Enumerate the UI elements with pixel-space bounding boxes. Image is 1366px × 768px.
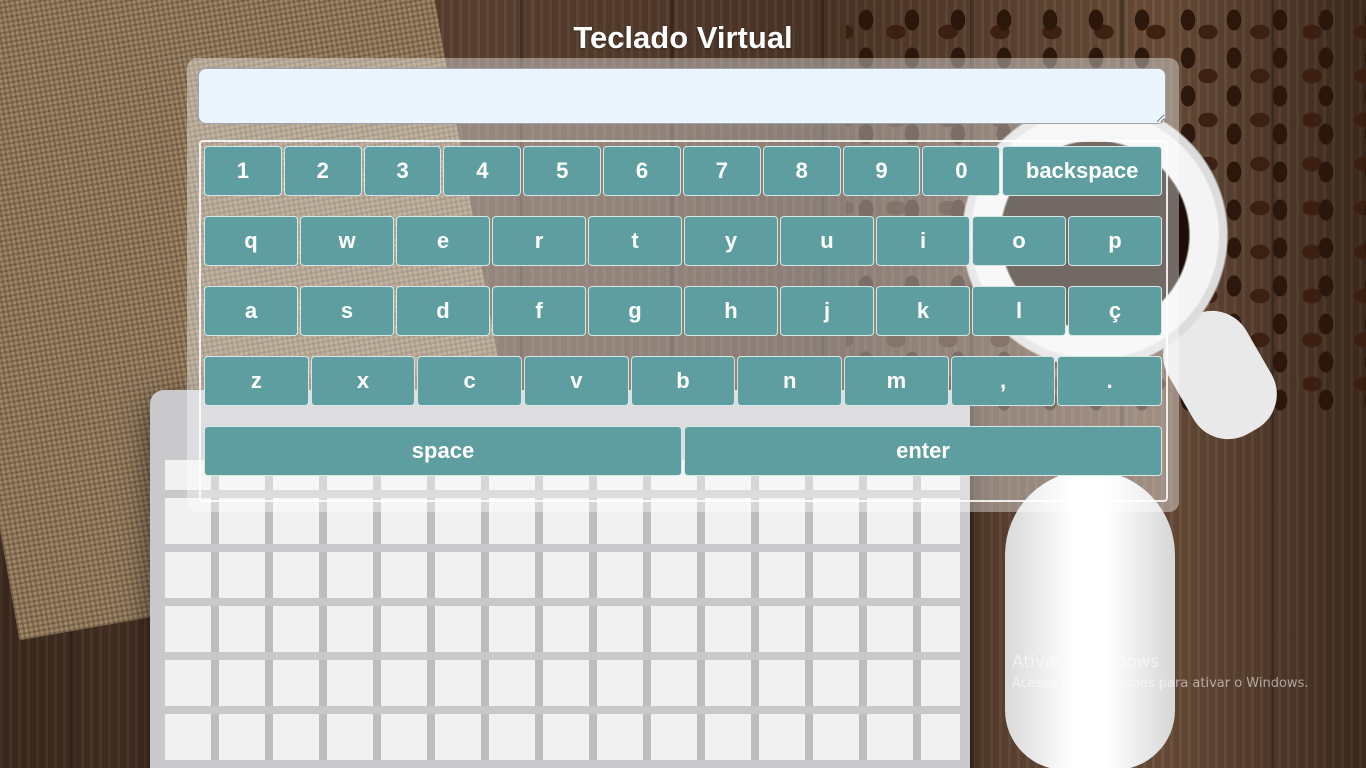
key-a[interactable]: a (204, 286, 298, 336)
key-row-zxcv: z x c v b n m , . (204, 356, 1163, 406)
key-j[interactable]: j (780, 286, 874, 336)
key-backspace[interactable]: backspace (1002, 146, 1162, 196)
key-space[interactable]: space (204, 426, 682, 476)
watermark-title: Ativar o Windows (1012, 652, 1160, 672)
key-row-asdf: a s d f g h j k l ç (204, 286, 1162, 336)
key-g[interactable]: g (588, 286, 682, 336)
key-comma[interactable]: , (950, 356, 1056, 406)
key-u[interactable]: u (780, 216, 874, 266)
key-f[interactable]: f (492, 286, 586, 336)
key-h[interactable]: h (684, 286, 778, 336)
key-r[interactable]: r (492, 216, 586, 266)
key-c[interactable]: c (417, 356, 523, 406)
key-7[interactable]: 7 (682, 146, 761, 196)
key-row-actions: space enter (204, 426, 1162, 476)
key-l[interactable]: l (972, 286, 1066, 336)
key-row-numbers: 1 2 3 4 5 6 7 8 9 0 backspace (204, 146, 1162, 196)
key-d[interactable]: d (396, 286, 490, 336)
key-s[interactable]: s (300, 286, 394, 336)
key-i[interactable]: i (876, 216, 970, 266)
key-k[interactable]: k (876, 286, 970, 336)
key-enter[interactable]: enter (684, 426, 1162, 476)
key-t[interactable]: t (588, 216, 682, 266)
page-title: Teclado Virtual (573, 20, 793, 55)
key-e[interactable]: e (396, 216, 490, 266)
key-1[interactable]: 1 (204, 146, 282, 196)
key-b[interactable]: b (630, 356, 736, 406)
key-6[interactable]: 6 (603, 146, 681, 196)
key-x[interactable]: x (310, 356, 416, 406)
key-z[interactable]: z (204, 356, 309, 406)
key-m[interactable]: m (844, 356, 949, 406)
key-9[interactable]: 9 (842, 146, 921, 196)
key-y[interactable]: y (684, 216, 778, 266)
key-o[interactable]: o (972, 216, 1066, 266)
key-w[interactable]: w (300, 216, 394, 266)
key-3[interactable]: 3 (363, 146, 442, 196)
text-input-area[interactable] (198, 68, 1166, 124)
key-8[interactable]: 8 (762, 146, 841, 196)
windows-activation-watermark: Ativar o Windows Acesse Configurações pa… (1012, 652, 1308, 691)
key-row-qwerty: q w e r t y u i o p (204, 216, 1162, 266)
key-n[interactable]: n (737, 356, 843, 406)
key-2[interactable]: 2 (283, 146, 362, 196)
key-4[interactable]: 4 (443, 146, 522, 196)
mouse-photo (1005, 470, 1175, 768)
key-v[interactable]: v (524, 356, 629, 406)
key-0[interactable]: 0 (922, 146, 1001, 196)
key-5[interactable]: 5 (523, 146, 602, 196)
watermark-subtitle: Acesse Configurações para ativar o Windo… (1012, 676, 1309, 691)
key-period[interactable]: . (1057, 356, 1163, 406)
key-p[interactable]: p (1068, 216, 1162, 266)
key-q[interactable]: q (204, 216, 298, 266)
key-c-cedilla[interactable]: ç (1068, 286, 1162, 336)
